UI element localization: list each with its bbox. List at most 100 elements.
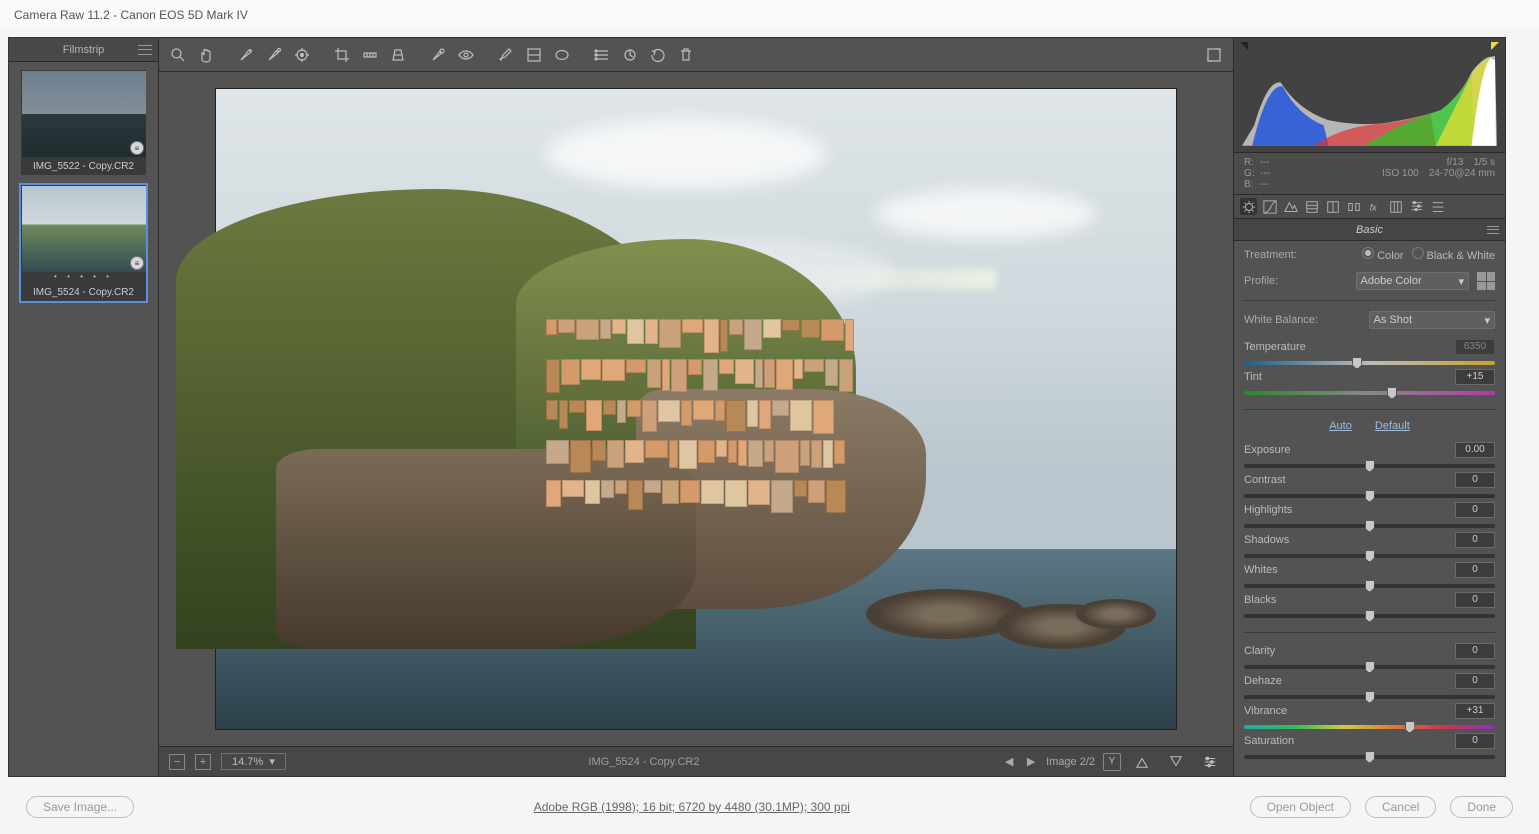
red-eye-tool-icon[interactable] — [453, 42, 479, 68]
shadow-clipping-toggle-icon[interactable] — [1163, 749, 1189, 775]
blacks-slider[interactable]: Blacks 0 — [1244, 592, 1495, 622]
highlight-clipping-toggle-icon[interactable] — [1129, 749, 1155, 775]
filmstrip-menu-icon[interactable] — [138, 45, 152, 55]
tab-basic-icon[interactable] — [1240, 198, 1257, 215]
tab-tonecurve-icon[interactable] — [1261, 198, 1278, 215]
exposure-slider[interactable]: Exposure 0.00 — [1244, 442, 1495, 472]
default-tone-link[interactable]: Default — [1375, 420, 1410, 432]
shadows-slider[interactable]: Shadows 0 — [1244, 532, 1495, 562]
contrast-slider[interactable]: Contrast 0 — [1244, 472, 1495, 502]
blacks-track[interactable] — [1244, 610, 1495, 622]
profile-dropdown[interactable]: Adobe Color▾ — [1356, 272, 1470, 290]
temperature-slider[interactable]: Temperature 6350 — [1244, 339, 1495, 369]
tab-presets-icon[interactable] — [1408, 198, 1425, 215]
clarity-slider[interactable]: Clarity 0 — [1244, 643, 1495, 673]
exposure-label: Exposure — [1244, 444, 1449, 456]
open-object-button[interactable]: Open Object — [1250, 796, 1351, 818]
white-balance-tool-icon[interactable] — [233, 42, 259, 68]
thumb-rating-dots[interactable]: • • • • • — [22, 272, 145, 283]
blacks-value[interactable]: 0 — [1455, 592, 1495, 608]
straighten-tool-icon[interactable] — [357, 42, 383, 68]
vibrance-value[interactable]: +31 — [1455, 703, 1495, 719]
done-button[interactable]: Done — [1450, 796, 1513, 818]
radial-filter-tool-icon[interactable] — [549, 42, 575, 68]
tab-lens-icon[interactable] — [1345, 198, 1362, 215]
spot-removal-tool-icon[interactable] — [425, 42, 451, 68]
presets-list-icon[interactable] — [589, 42, 615, 68]
adjustment-brush-tool-icon[interactable] — [493, 42, 519, 68]
before-after-toggle-icon[interactable]: Y — [1103, 753, 1121, 771]
thumb-settings-badge[interactable]: ≡ — [130, 256, 144, 270]
prev-image-button[interactable]: ◀ — [1002, 755, 1016, 769]
trash-icon[interactable] — [673, 42, 699, 68]
saturation-track[interactable] — [1244, 751, 1495, 763]
next-image-button[interactable]: ▶ — [1024, 755, 1038, 769]
crop-tool-icon[interactable] — [329, 42, 355, 68]
tab-hsl-icon[interactable] — [1303, 198, 1320, 215]
zoom-dropdown[interactable]: 14.7% ▾ — [221, 753, 286, 770]
graduated-filter-tool-icon[interactable] — [521, 42, 547, 68]
tab-calibration-icon[interactable] — [1387, 198, 1404, 215]
shadows-value[interactable]: 0 — [1455, 532, 1495, 548]
cancel-button[interactable]: Cancel — [1365, 796, 1436, 818]
tint-track[interactable] — [1244, 387, 1495, 399]
save-image-button[interactable]: Save Image... — [26, 796, 134, 818]
hand-tool-icon[interactable] — [193, 42, 219, 68]
histogram[interactable] — [1234, 38, 1505, 153]
vibrance-track[interactable] — [1244, 721, 1495, 733]
highlights-value[interactable]: 0 — [1455, 502, 1495, 518]
tab-snapshots-icon[interactable] — [1429, 198, 1446, 215]
filmstrip-thumb[interactable]: ≡ • • • • • IMG_5524 - Copy.CR2 — [21, 185, 146, 301]
workflow-options-link[interactable]: Adobe RGB (1998); 16 bit; 6720 by 4480 (… — [134, 800, 1250, 814]
whites-slider[interactable]: Whites 0 — [1244, 562, 1495, 592]
temperature-value[interactable]: 6350 — [1455, 339, 1495, 355]
saturation-value[interactable]: 0 — [1455, 733, 1495, 749]
contrast-track[interactable] — [1244, 490, 1495, 502]
temperature-track[interactable] — [1244, 357, 1495, 369]
targeted-adjustment-tool-icon[interactable] — [289, 42, 315, 68]
tab-splittone-icon[interactable] — [1324, 198, 1341, 215]
clarity-value[interactable]: 0 — [1455, 643, 1495, 659]
contrast-value[interactable]: 0 — [1455, 472, 1495, 488]
thumb-settings-badge[interactable]: ≡ — [130, 141, 144, 155]
snapshots-icon[interactable] — [617, 42, 643, 68]
zoom-tool-icon[interactable] — [165, 42, 191, 68]
transform-tool-icon[interactable] — [385, 42, 411, 68]
profile-browser-icon[interactable] — [1477, 272, 1495, 290]
highlight-clip-warning-icon[interactable] — [1491, 42, 1499, 50]
panel-menu-icon[interactable] — [1487, 226, 1499, 234]
tint-value[interactable]: +15 — [1455, 369, 1495, 385]
tab-detail-icon[interactable] — [1282, 198, 1299, 215]
treatment-color-radio[interactable]: Color — [1362, 247, 1403, 262]
shadows-track[interactable] — [1244, 550, 1495, 562]
tab-effects-icon[interactable]: fx — [1366, 198, 1383, 215]
filmstrip-title: Filmstrip — [63, 44, 105, 56]
treatment-bw-radio[interactable]: Black & White — [1412, 247, 1495, 262]
dehaze-slider[interactable]: Dehaze 0 — [1244, 673, 1495, 703]
zoom-in-button[interactable]: + — [195, 754, 211, 770]
panel-title: Basic — [1234, 219, 1505, 241]
saturation-slider[interactable]: Saturation 0 — [1244, 733, 1495, 763]
auto-tone-link[interactable]: Auto — [1329, 420, 1352, 432]
shadow-clip-warning-icon[interactable] — [1240, 42, 1248, 50]
image-canvas-area[interactable] — [159, 72, 1233, 746]
filmstrip-thumb[interactable]: ≡ IMG_5522 - Copy.CR2 — [21, 70, 146, 175]
dehaze-track[interactable] — [1244, 691, 1495, 703]
vibrance-slider[interactable]: Vibrance +31 — [1244, 703, 1495, 733]
exposure-value[interactable]: 0.00 — [1455, 442, 1495, 458]
whites-track[interactable] — [1244, 580, 1495, 592]
temperature-label: Temperature — [1244, 341, 1449, 353]
dehaze-value[interactable]: 0 — [1455, 673, 1495, 689]
fullscreen-toggle-icon[interactable] — [1201, 42, 1227, 68]
rotate-ccw-icon[interactable] — [645, 42, 671, 68]
preview-preferences-icon[interactable] — [1197, 749, 1223, 775]
clarity-track[interactable] — [1244, 661, 1495, 673]
exposure-track[interactable] — [1244, 460, 1495, 472]
tint-slider[interactable]: Tint +15 — [1244, 369, 1495, 399]
wb-dropdown[interactable]: As Shot▾ — [1369, 311, 1496, 329]
whites-value[interactable]: 0 — [1455, 562, 1495, 578]
color-sampler-tool-icon[interactable] — [261, 42, 287, 68]
highlights-track[interactable] — [1244, 520, 1495, 532]
highlights-slider[interactable]: Highlights 0 — [1244, 502, 1495, 532]
zoom-out-button[interactable]: − — [169, 754, 185, 770]
